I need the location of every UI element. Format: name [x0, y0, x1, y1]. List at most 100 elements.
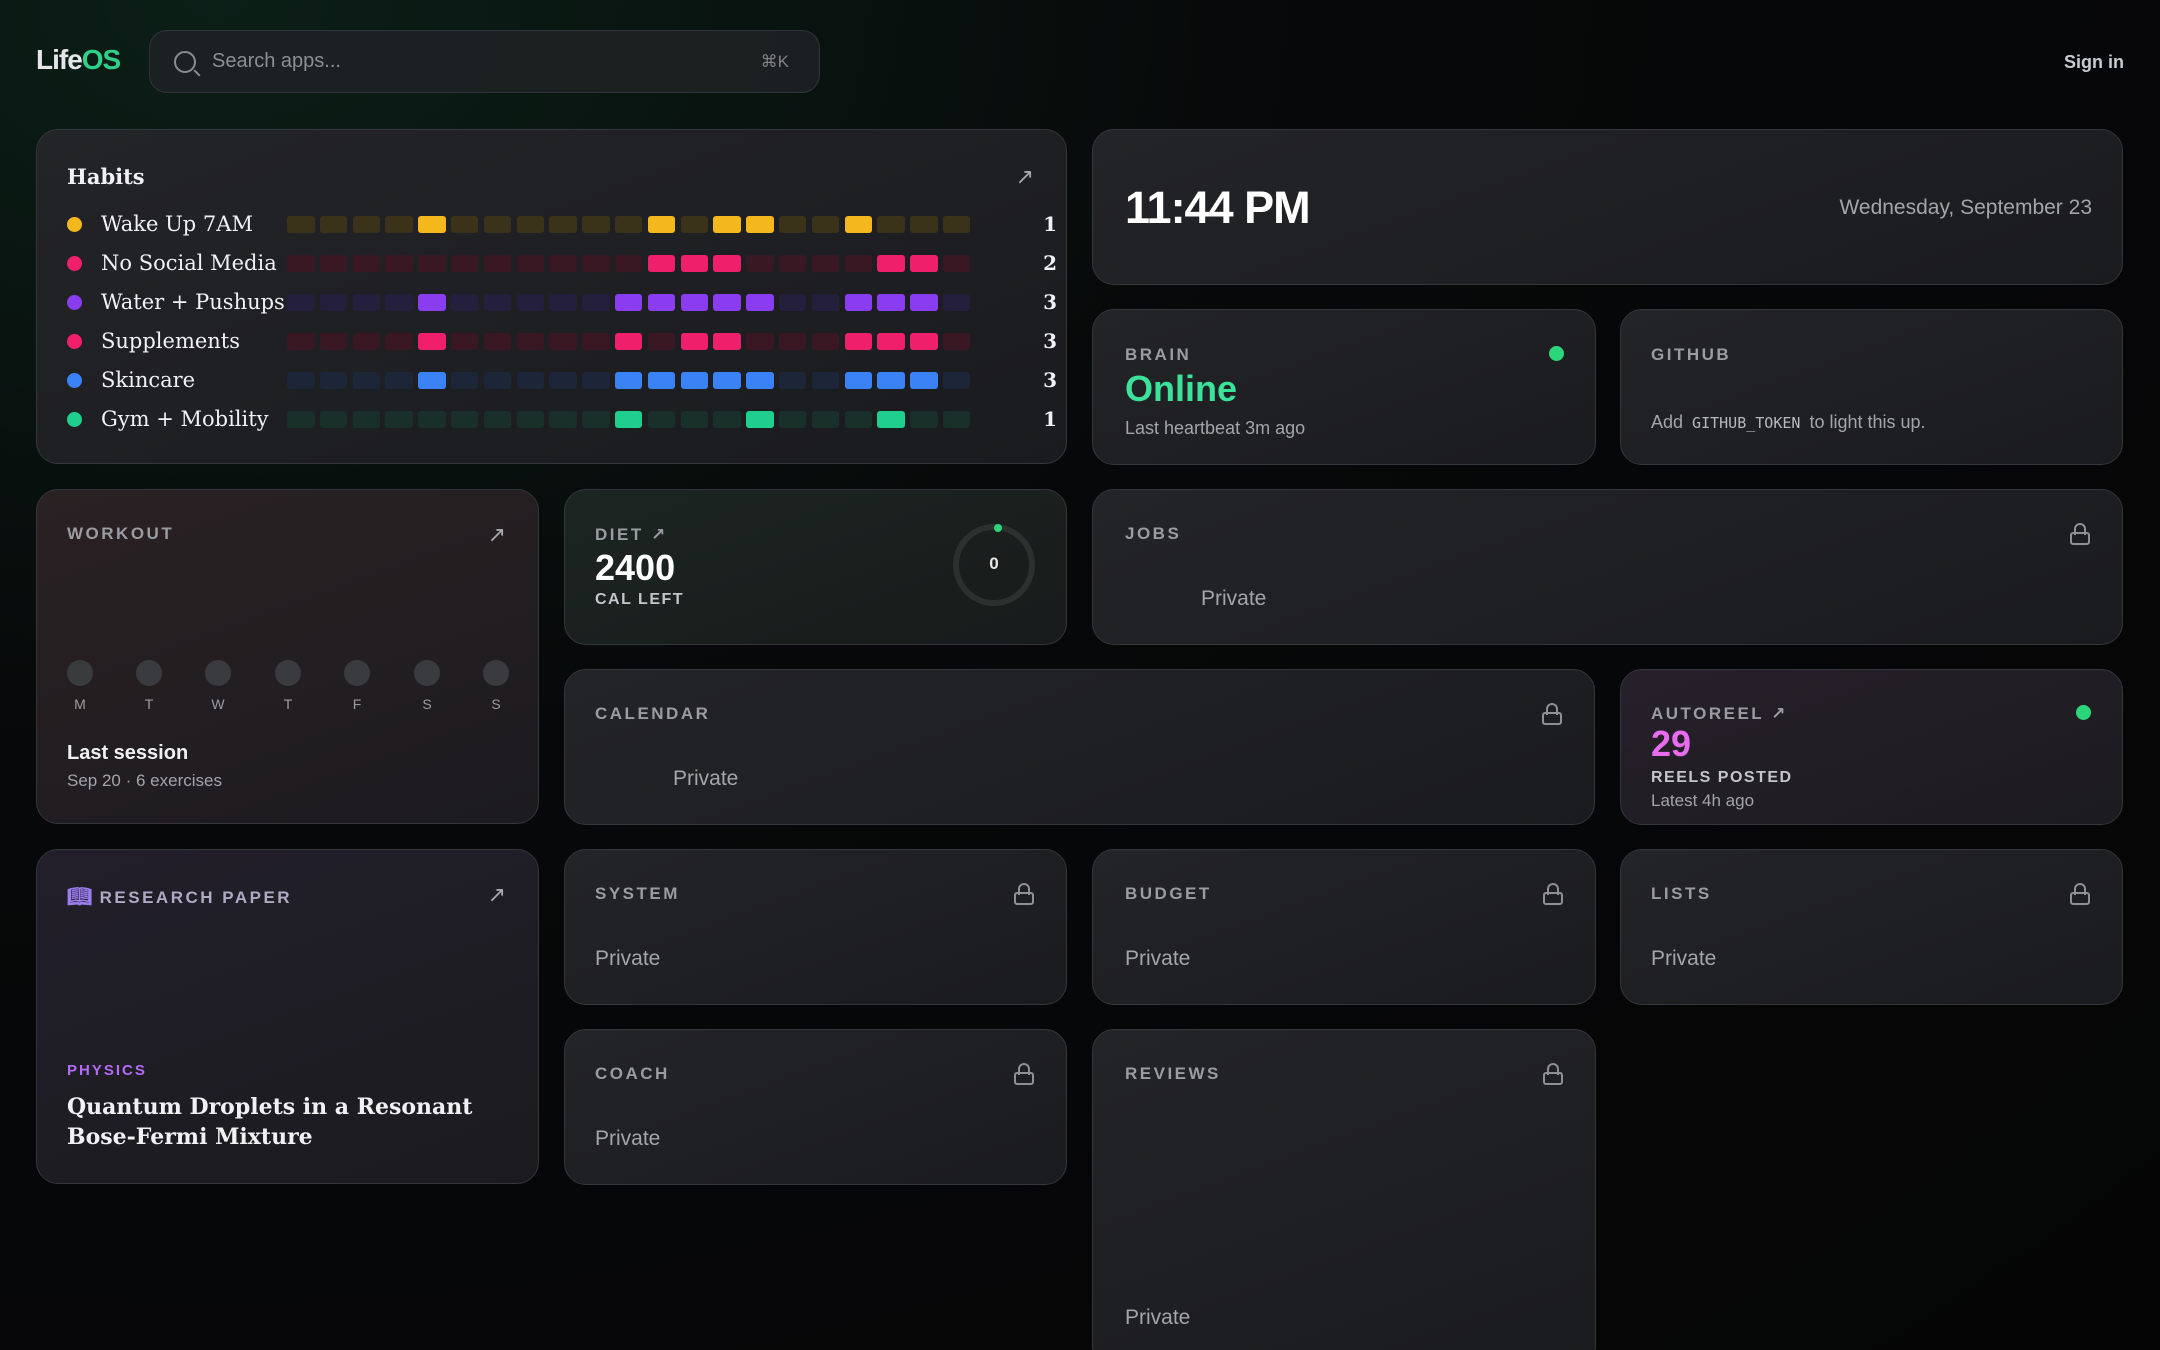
logo[interactable]: LifeOS [36, 44, 121, 76]
habit-day-cell[interactable] [549, 293, 577, 311]
habit-day-cell[interactable] [516, 371, 545, 389]
habit-day-cell[interactable] [614, 215, 643, 233]
habit-day-cell[interactable] [910, 410, 938, 428]
habit-day-cell[interactable] [877, 254, 905, 272]
coach-card[interactable]: COACH Private [564, 1029, 1067, 1185]
habit-day-cell[interactable] [287, 254, 315, 272]
habit-day-cell[interactable] [352, 293, 381, 311]
habit-day-cell[interactable] [811, 293, 840, 311]
open-arrow-icon[interactable]: ↗ [651, 525, 665, 544]
habit-day-cell[interactable] [713, 215, 741, 233]
habits-card[interactable]: Habits ↗ Wake Up 7AM 1 No Social Media 2 Wat… [36, 129, 1067, 464]
lists-card[interactable]: LISTS Private [1620, 849, 2123, 1005]
habit-day-cell[interactable] [647, 293, 676, 311]
habit-day-cell[interactable] [582, 254, 610, 272]
habit-day-cell[interactable] [549, 410, 577, 428]
habit-day-cell[interactable] [516, 332, 545, 350]
habit-day-cell[interactable] [385, 215, 413, 233]
habit-day-cell[interactable] [516, 215, 545, 233]
open-arrow-icon[interactable]: ↗ [488, 524, 506, 546]
workout-card[interactable]: WORKOUT ↗ M T W T F S S Last session Sep 20 · … [36, 489, 539, 824]
habit-day-cell[interactable] [614, 293, 643, 311]
open-arrow-icon[interactable]: ↗ [1771, 704, 1785, 723]
habit-day-cell[interactable] [450, 371, 479, 389]
open-arrow-icon[interactable]: ↗ [1016, 166, 1034, 188]
habit-day-cell[interactable] [746, 371, 774, 389]
habit-day-cell[interactable] [614, 410, 643, 428]
habit-day-cell[interactable] [942, 410, 971, 428]
habit-day-cell[interactable] [614, 332, 643, 350]
calendar-card[interactable]: CALENDAR Private [564, 669, 1595, 825]
habit-day-cell[interactable] [778, 410, 807, 428]
habit-day-cell[interactable] [746, 254, 774, 272]
github-card[interactable]: GITHUB Add GITHUB_TOKEN to light this up… [1620, 309, 2123, 465]
habit-day-cell[interactable] [647, 410, 676, 428]
habit-day-cell[interactable] [549, 254, 577, 272]
habit-day-cell[interactable] [713, 371, 741, 389]
habit-day-cell[interactable] [287, 215, 315, 233]
habit-day-cell[interactable] [877, 371, 905, 389]
habit-day-cell[interactable] [844, 254, 873, 272]
habit-day-cell[interactable] [352, 254, 381, 272]
habit-day-cell[interactable] [582, 410, 610, 428]
habit-day-cell[interactable] [746, 410, 774, 428]
habit-day-cell[interactable] [877, 332, 905, 350]
habit-day-cell[interactable] [287, 371, 315, 389]
habit-day-cell[interactable] [942, 371, 971, 389]
habit-day-cell[interactable] [844, 371, 873, 389]
research-card[interactable]: 📖︎ RESEARCH PAPER ↗ PHYSICS Quantum Drop… [36, 849, 539, 1184]
habit-day-cell[interactable] [385, 254, 413, 272]
habit-day-cell[interactable] [680, 410, 709, 428]
habit-day-cell[interactable] [713, 410, 741, 428]
habit-day-cell[interactable] [910, 371, 938, 389]
habit-day-cell[interactable] [713, 254, 741, 272]
habit-day-cell[interactable] [418, 332, 446, 350]
habit-day-cell[interactable] [385, 410, 413, 428]
habit-day-cell[interactable] [614, 371, 643, 389]
habit-day-cell[interactable] [418, 254, 446, 272]
habit-day-cell[interactable] [811, 215, 840, 233]
habit-day-cell[interactable] [844, 215, 873, 233]
habit-day-cell[interactable] [582, 215, 610, 233]
habit-day-cell[interactable] [910, 332, 938, 350]
habit-day-cell[interactable] [418, 293, 446, 311]
habit-day-cell[interactable] [746, 293, 774, 311]
habit-day-cell[interactable] [549, 332, 577, 350]
habit-day-cell[interactable] [352, 215, 381, 233]
habit-day-cell[interactable] [746, 215, 774, 233]
search-bar[interactable]: ⌘K [149, 30, 820, 93]
habit-day-cell[interactable] [877, 293, 905, 311]
habit-day-cell[interactable] [910, 254, 938, 272]
habit-day-cell[interactable] [746, 332, 774, 350]
habit-row[interactable]: Supplements 3 [67, 327, 1057, 355]
habit-day-cell[interactable] [549, 215, 577, 233]
habit-day-cell[interactable] [582, 293, 610, 311]
habit-day-cell[interactable] [418, 410, 446, 428]
habit-day-cell[interactable] [778, 332, 807, 350]
system-card[interactable]: SYSTEM Private [564, 849, 1067, 1005]
habit-day-cell[interactable] [811, 254, 840, 272]
search-input[interactable] [212, 50, 761, 73]
habit-day-cell[interactable] [319, 332, 348, 350]
habit-day-cell[interactable] [418, 371, 446, 389]
habit-day-cell[interactable] [942, 332, 971, 350]
brain-card[interactable]: BRAIN Online Last heartbeat 3m ago [1092, 309, 1596, 465]
budget-card[interactable]: BUDGET Private [1092, 849, 1596, 1005]
habit-day-cell[interactable] [713, 293, 741, 311]
habit-day-cell[interactable] [483, 410, 512, 428]
habit-day-cell[interactable] [319, 410, 348, 428]
habit-day-cell[interactable] [450, 215, 479, 233]
habit-day-cell[interactable] [811, 410, 840, 428]
habit-day-cell[interactable] [450, 410, 479, 428]
habit-day-cell[interactable] [385, 332, 413, 350]
habit-day-cell[interactable] [319, 254, 348, 272]
sign-in-link[interactable]: Sign in [2064, 52, 2124, 73]
habit-day-cell[interactable] [516, 410, 545, 428]
habit-row[interactable]: Water + Pushups 3 [67, 288, 1057, 316]
habit-day-cell[interactable] [680, 254, 709, 272]
habit-day-cell[interactable] [483, 254, 512, 272]
habit-day-cell[interactable] [680, 215, 709, 233]
habit-day-cell[interactable] [680, 293, 709, 311]
habit-day-cell[interactable] [942, 293, 971, 311]
habit-day-cell[interactable] [483, 332, 512, 350]
